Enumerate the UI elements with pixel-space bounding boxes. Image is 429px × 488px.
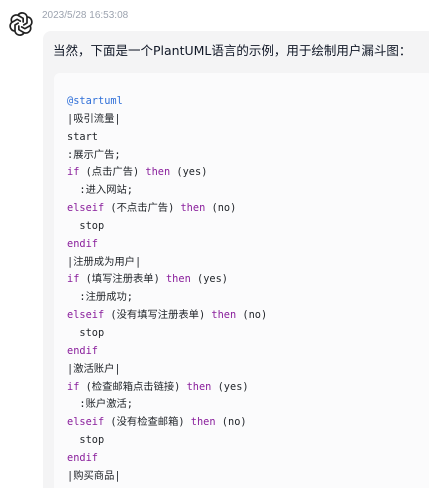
code-keyword: elseif xyxy=(67,416,105,429)
code-text: (检查邮箱点击链接) xyxy=(79,380,187,393)
message-timestamp: 2023/5/28 16:53:08 xyxy=(42,10,129,21)
code-text: start xyxy=(67,130,98,143)
code-keyword: endif xyxy=(67,344,98,357)
code-text: |注册成为用户| xyxy=(67,255,142,268)
code-text: stop xyxy=(67,434,105,447)
code-line: stop xyxy=(67,325,267,343)
code-text: |购买商品| xyxy=(67,469,121,482)
code-keyword: then xyxy=(165,273,191,286)
code-text: (没有填写注册表单) xyxy=(104,309,212,322)
code-line: :账户激活; xyxy=(67,396,267,414)
code-text: (yes) xyxy=(211,380,249,393)
code-text: (不点击广告) xyxy=(104,202,181,215)
code-text: (no) xyxy=(205,202,237,215)
code-line: |吸引流量| xyxy=(67,111,267,129)
code-line: elseif (没有填写注册表单) then (no) xyxy=(67,307,267,325)
code-keyword: then xyxy=(180,202,206,215)
code-keyword: then xyxy=(190,416,216,429)
code-line: |注册成为用户| xyxy=(67,254,267,272)
code-text: (no) xyxy=(236,309,268,322)
chatgpt-logo-icon xyxy=(9,12,33,36)
code-line: elseif (不点击广告) then (no) xyxy=(67,200,267,218)
code-text: :注册成功; xyxy=(67,291,133,304)
code-line: endif xyxy=(67,450,267,468)
code-text: (yes) xyxy=(190,273,228,286)
code-line: start xyxy=(67,129,267,147)
code-content: @startuml |吸引流量| start :展示广告; if (点击广告) then… xyxy=(67,93,267,486)
code-line: :进入网站; xyxy=(67,182,267,200)
code-line: elseif (没有检查邮箱) then (no) xyxy=(67,414,267,432)
code-text: (点击广告) xyxy=(79,166,146,179)
code-line: :展示广告; xyxy=(67,147,267,165)
code-text: :展示广告; xyxy=(67,148,121,161)
code-keyword: then xyxy=(145,166,171,179)
code-line: if (检查邮箱点击链接) then (yes) xyxy=(67,379,267,397)
code-text: (no) xyxy=(215,416,247,429)
code-line: |购买商品| xyxy=(67,468,267,486)
code-keyword: elseif xyxy=(67,309,105,322)
code-keyword: endif xyxy=(67,237,98,250)
code-line: stop xyxy=(67,218,267,236)
code-keyword: endif xyxy=(67,451,98,464)
code-text: (没有检查邮箱) xyxy=(104,416,191,429)
code-text: stop xyxy=(67,219,105,232)
code-line: |激活账户| xyxy=(67,361,267,379)
code-line: @startuml xyxy=(67,93,267,111)
code-text: (yes) xyxy=(170,166,208,179)
code-text: stop xyxy=(67,326,105,339)
message-intro-text: 当然，下面是一个PlantUML语言的示例，用于绘制用户漏斗图： xyxy=(53,43,412,58)
code-keyword: if xyxy=(67,273,80,286)
code-line: endif xyxy=(67,236,267,254)
code-directive: @startuml xyxy=(67,95,123,107)
code-line: :注册成功; xyxy=(67,289,267,307)
code-keyword: elseif xyxy=(67,202,105,215)
code-text: :进入网站; xyxy=(67,184,133,197)
code-text: |激活账户| xyxy=(67,362,121,375)
code-keyword: then xyxy=(186,380,212,393)
code-text: :账户激活; xyxy=(67,398,133,411)
code-keyword: then xyxy=(211,309,237,322)
code-line: if (填写注册表单) then (yes) xyxy=(67,271,267,289)
code-line: stop xyxy=(67,432,267,450)
code-line: if (点击广告) then (yes) xyxy=(67,164,267,182)
code-text: (填写注册表单) xyxy=(79,273,166,286)
chat-message: 2023/5/28 16:53:08 当然，下面是一个PlantUML语言的示例… xyxy=(0,0,429,488)
code-keyword: if xyxy=(67,166,80,179)
code-text: |吸引流量| xyxy=(67,112,121,125)
code-keyword: if xyxy=(67,380,80,393)
code-line: endif xyxy=(67,343,267,361)
